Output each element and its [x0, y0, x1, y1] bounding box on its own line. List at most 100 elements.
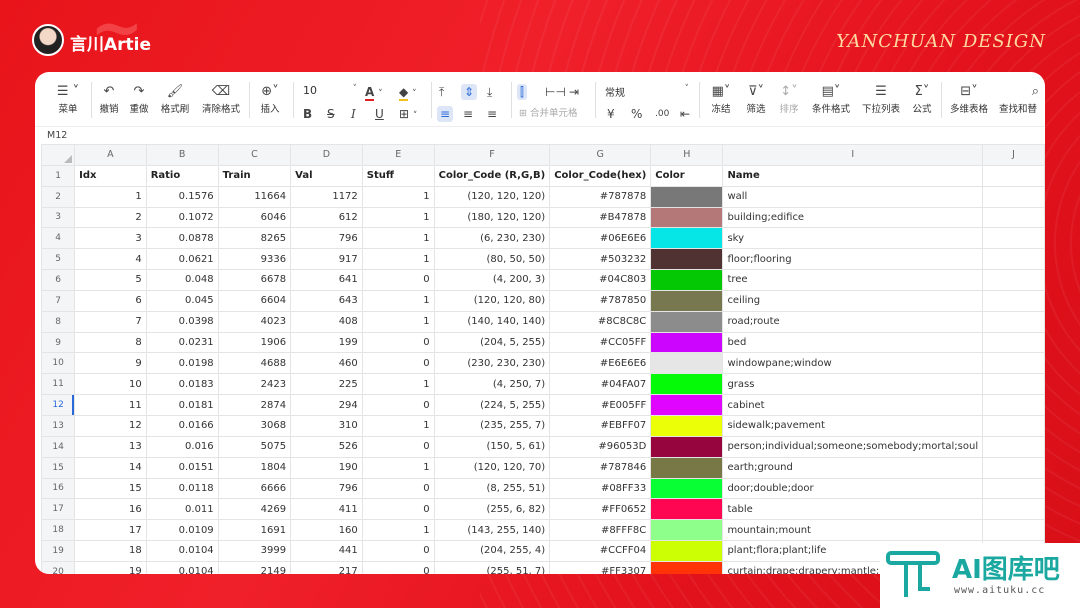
cell-empty[interactable] — [982, 498, 1045, 521]
row-header[interactable]: 15 — [41, 456, 76, 479]
cell-idx[interactable]: 4 — [74, 248, 147, 271]
header-cell-name[interactable]: Name — [722, 164, 984, 187]
cell-ratio[interactable]: 0.1072 — [145, 206, 219, 229]
cell-empty[interactable] — [982, 185, 1045, 208]
cell-train[interactable]: 1691 — [217, 519, 292, 542]
row-header[interactable]: 14 — [41, 435, 76, 458]
cell-empty[interactable] — [982, 519, 1045, 542]
cell-ratio[interactable]: 0.0104 — [145, 560, 219, 574]
column-header-g[interactable]: G — [549, 144, 652, 166]
cell-idx[interactable]: 17 — [74, 519, 147, 542]
cell-idx[interactable]: 9 — [74, 352, 147, 375]
cell-hex[interactable]: #787846 — [549, 456, 652, 479]
align-center-button[interactable]: ≡ — [463, 106, 473, 122]
cell-stuff[interactable]: 1 — [361, 206, 435, 229]
cell-stuff[interactable]: 1 — [361, 414, 435, 437]
cell-empty[interactable] — [982, 206, 1045, 229]
cell-color-swatch[interactable] — [650, 373, 724, 396]
cell-color-swatch[interactable] — [650, 289, 724, 312]
cell-train[interactable]: 5075 — [217, 435, 292, 458]
cell-name[interactable]: person;individual;someone;somebody;morta… — [722, 435, 984, 458]
cell-empty[interactable] — [982, 269, 1045, 291]
cell-ratio[interactable]: 0.1576 — [145, 185, 219, 208]
cell-ratio[interactable]: 0.0231 — [145, 331, 219, 354]
cell-ratio[interactable]: 0.0183 — [145, 373, 219, 396]
column-header-c[interactable]: C — [217, 144, 292, 166]
align-left-button[interactable]: ≡ — [437, 106, 454, 122]
cell-train[interactable]: 8265 — [217, 227, 292, 250]
row-header[interactable]: 8 — [41, 310, 76, 333]
cell-name[interactable]: windowpane;window — [722, 352, 984, 375]
cell-hex[interactable]: #CC05FF — [549, 331, 652, 354]
cell-color-swatch[interactable] — [650, 269, 724, 291]
format-painter-button[interactable]: 🖌 格式刷 — [157, 84, 193, 116]
row-header[interactable]: 5 — [41, 248, 76, 271]
spreadsheet-grid[interactable]: A B C D E F G H I J 1 Idx Ratio Train Va… — [41, 144, 1045, 574]
cell-name[interactable]: ceiling — [722, 289, 984, 312]
cell-color-swatch[interactable] — [650, 206, 724, 229]
cell-rgb[interactable]: (180, 120, 120) — [433, 206, 551, 229]
column-header-e[interactable]: E — [361, 144, 435, 166]
cell-train[interactable]: 2874 — [217, 394, 292, 416]
cell-ratio[interactable]: 0.016 — [145, 435, 219, 458]
cell-hex[interactable]: #8FFF8C — [549, 519, 652, 542]
text-wrap-button[interactable]: ⇥ — [569, 84, 579, 100]
cell-ratio[interactable]: 0.045 — [145, 289, 219, 312]
cell-val[interactable]: 225 — [290, 373, 363, 396]
underline-button[interactable]: U — [375, 106, 384, 122]
cell-stuff[interactable]: 1 — [361, 519, 435, 542]
font-color-button[interactable]: A ˅ — [365, 84, 383, 102]
header-cell-ratio[interactable]: Ratio — [145, 164, 219, 187]
column-header-b[interactable]: B — [145, 144, 219, 166]
row-header[interactable]: 6 — [41, 269, 76, 291]
cell-rgb[interactable]: (204, 5, 255) — [433, 331, 551, 354]
cell-empty[interactable] — [982, 248, 1045, 271]
header-cell-stuff[interactable]: Stuff — [361, 164, 435, 187]
cell-ratio[interactable]: 0.0398 — [145, 310, 219, 333]
align-bottom-button[interactable]: ⤓ — [487, 84, 492, 100]
column-header-d[interactable]: D — [290, 144, 363, 166]
cell-rgb[interactable]: (150, 5, 61) — [433, 435, 551, 458]
border-button[interactable]: ⊞ ˅ — [399, 106, 417, 124]
cell-train[interactable]: 4269 — [217, 498, 292, 521]
row-header[interactable]: 18 — [41, 519, 76, 542]
row-header[interactable]: 19 — [41, 540, 76, 562]
cell-ratio[interactable]: 0.0151 — [145, 456, 219, 479]
cell-color-swatch[interactable] — [650, 435, 724, 458]
cell-rgb[interactable]: (120, 120, 80) — [433, 289, 551, 312]
cell-color-swatch[interactable] — [650, 560, 724, 574]
insert-button[interactable]: ⊕˅ 插入 — [255, 84, 285, 116]
cell-name[interactable]: grass — [722, 373, 984, 396]
cell-train[interactable]: 2423 — [217, 373, 292, 396]
cell-rgb[interactable]: (224, 5, 255) — [433, 394, 551, 416]
cell-idx[interactable]: 18 — [74, 540, 147, 562]
column-header-h[interactable]: H — [650, 144, 724, 166]
cell-name[interactable]: road;route — [722, 310, 984, 333]
decimal-format-button[interactable]: .00 — [655, 106, 669, 122]
wrap-auto-button[interactable]: ⫿ — [517, 84, 527, 100]
cell-val[interactable]: 1172 — [290, 185, 363, 208]
cell-hex[interactable]: #06E6E6 — [549, 227, 652, 250]
cell-empty[interactable] — [982, 310, 1045, 333]
cell-idx[interactable]: 11 — [74, 394, 147, 416]
cell-rgb[interactable]: (4, 250, 7) — [433, 373, 551, 396]
cell-train[interactable]: 2149 — [217, 560, 292, 574]
cell-hex[interactable]: #04C803 — [549, 269, 652, 291]
cell-stuff[interactable]: 0 — [361, 498, 435, 521]
cell-color-swatch[interactable] — [650, 310, 724, 333]
cell-stuff[interactable]: 0 — [361, 331, 435, 354]
cell-train[interactable]: 6666 — [217, 477, 292, 500]
row-header[interactable]: 7 — [41, 289, 76, 312]
cell-color-swatch[interactable] — [650, 456, 724, 479]
cell-empty[interactable] — [982, 227, 1045, 250]
cell-name[interactable]: earth;ground — [722, 456, 984, 479]
column-header-a[interactable]: A — [74, 144, 147, 166]
header-cell-train[interactable]: Train — [217, 164, 292, 187]
cell-name[interactable]: tree — [722, 269, 984, 291]
cell-val[interactable]: 643 — [290, 289, 363, 312]
align-top-button[interactable]: ⤒ — [439, 84, 444, 100]
formula-button[interactable]: Σ˅ 公式 — [907, 84, 937, 116]
cell-color-swatch[interactable] — [650, 185, 724, 208]
cell-hex[interactable]: #787878 — [549, 185, 652, 208]
cell-empty[interactable] — [982, 477, 1045, 500]
